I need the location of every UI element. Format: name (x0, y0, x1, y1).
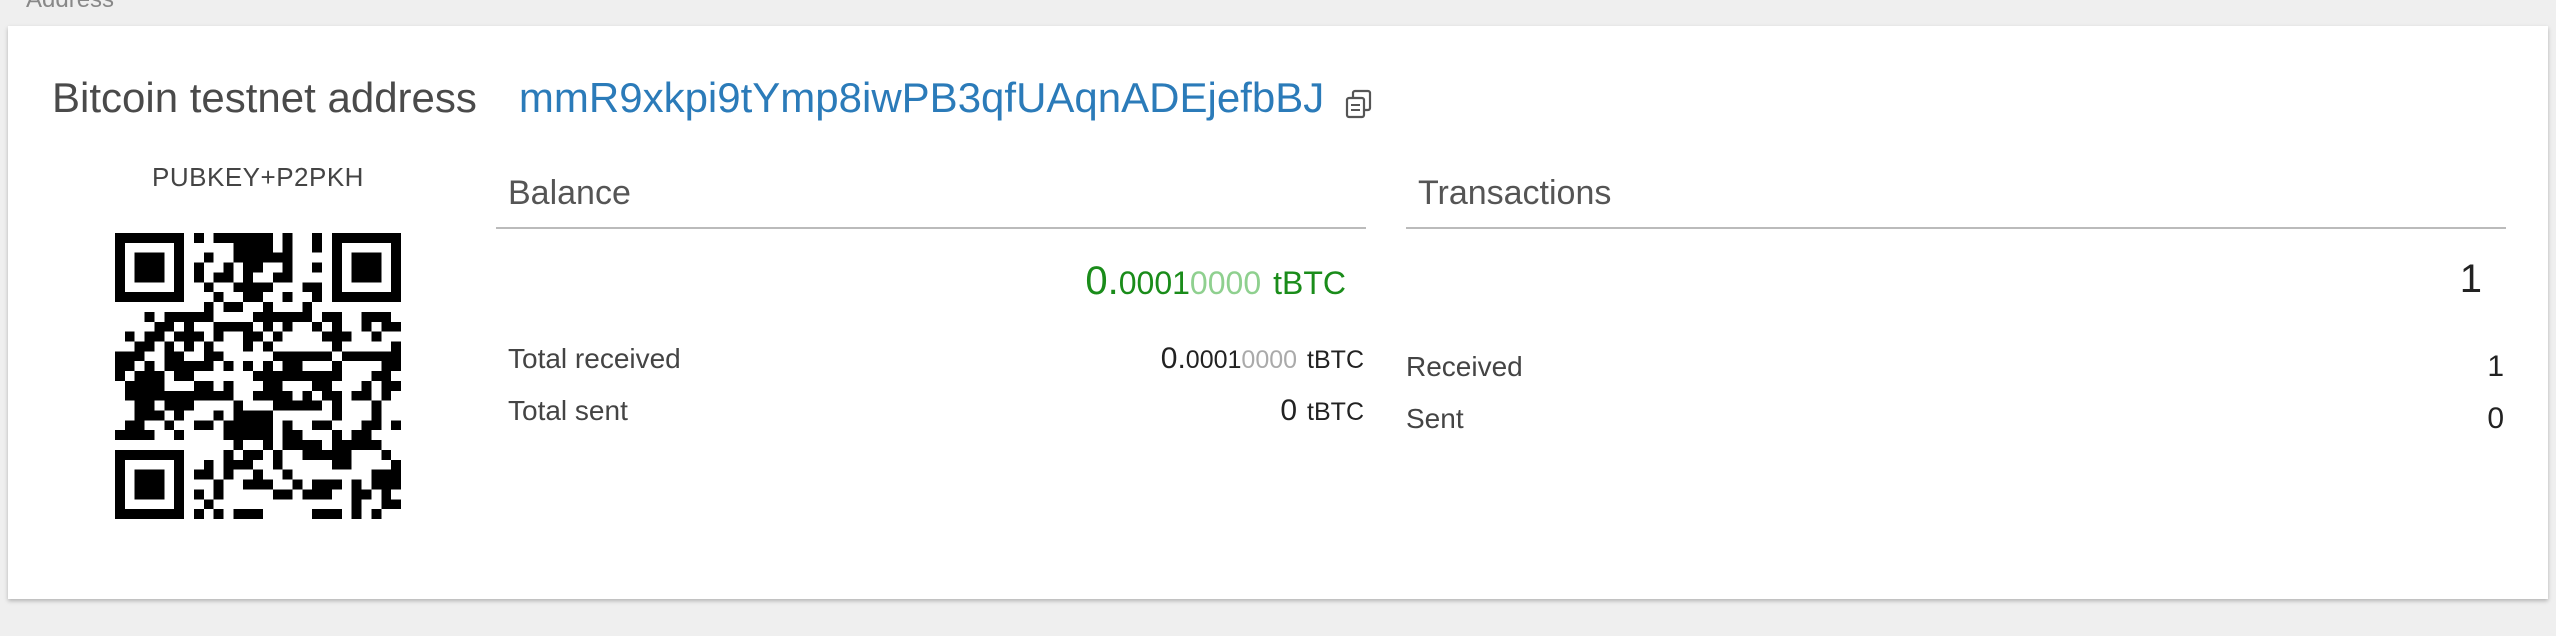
total-received-sig: 0001 (1185, 346, 1242, 374)
total-received-label: Total received (508, 343, 681, 374)
total-sent-value: 0 tBTC (1280, 394, 1364, 428)
total-received-row: Total received 0.00010000 tBTC (508, 342, 1364, 394)
transactions-card: Transactions 1 Received 1 Sent 0 (1406, 174, 2506, 454)
address-panel: Bitcoin testnet address mmR9xkpi9tYmp8iw… (8, 26, 2548, 599)
total-sent-unit: tBTC (1307, 398, 1364, 426)
copy-icon[interactable] (1344, 88, 1374, 120)
total-received-value: 0.00010000 tBTC (1161, 342, 1364, 376)
balance-title: Balance (508, 174, 631, 212)
transactions-title: Transactions (1418, 174, 1612, 212)
total-received-fade: 0000 (1241, 346, 1298, 374)
sent-value: 0 (2487, 402, 2504, 435)
address-heading: Bitcoin testnet address mmR9xkpi9tYmp8iw… (52, 74, 1374, 122)
total-received-unit: tBTC (1307, 346, 1364, 374)
total-received-int: 0. (1160, 342, 1186, 375)
received-value: 1 (2487, 350, 2504, 383)
total-sent-row: Total sent 0 tBTC (508, 394, 1364, 446)
qr-block: PUBKEY+P2PKH (108, 162, 408, 519)
transactions-count: 1 (2459, 257, 2482, 301)
section-label: Address (26, 0, 114, 14)
transactions-divider (1406, 227, 2506, 229)
balance-fade: 0000 (1189, 265, 1262, 301)
received-label: Received (1406, 351, 1523, 382)
total-sent-number: 0 (1280, 394, 1298, 427)
balance-divider (496, 227, 1366, 229)
qr-code-image (115, 233, 401, 519)
total-sent-label: Total sent (508, 395, 628, 426)
balance-value: 0.00010000 (1085, 259, 1261, 304)
sent-label: Sent (1406, 403, 1464, 434)
balance-int: 0. (1085, 259, 1119, 303)
balance-sig: 0001 (1118, 265, 1190, 301)
received-row: Received 1 (1406, 350, 2504, 402)
address-link[interactable]: mmR9xkpi9tYmp8iwPB3qfUAqnADEjefbBJ (519, 74, 1324, 122)
page-title: Bitcoin testnet address (52, 74, 477, 121)
qr-type-label: PUBKEY+P2PKH (152, 162, 364, 192)
sent-row: Sent 0 (1406, 402, 2504, 454)
balance-amount: 0.00010000 tBTC (496, 259, 1366, 304)
balance-card: Balance 0.00010000 tBTC Total received 0… (496, 174, 1366, 446)
balance-unit: tBTC (1273, 265, 1346, 301)
